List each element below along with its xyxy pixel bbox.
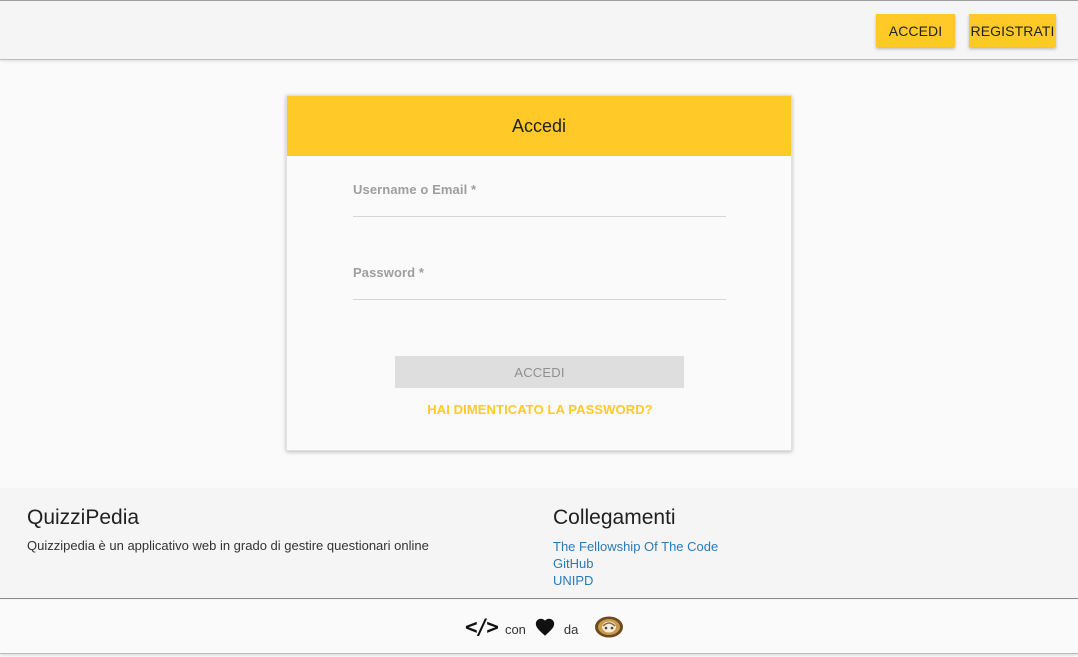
credits-con-text: con: [504, 621, 526, 637]
username-input[interactable]: [353, 197, 726, 215]
top-app-bar: ACCEDI REGISTRATI: [0, 0, 1078, 60]
username-underline: [353, 215, 726, 217]
heart-icon: [535, 618, 555, 636]
footer-link-fellowship[interactable]: The Fellowship Of The Code: [553, 538, 718, 555]
forgot-password-link[interactable]: HAI DIMENTICATO LA PASSWORD?: [287, 402, 793, 417]
footer-link-github[interactable]: GitHub: [553, 555, 718, 572]
password-input[interactable]: [353, 280, 726, 298]
username-label: Username o Email *: [353, 182, 477, 197]
footer-links-title: Collegamenti: [553, 506, 676, 529]
password-field: Password *: [353, 265, 726, 300]
login-card: Accedi Username o Email * Password * ACC…: [286, 95, 792, 451]
footer-about-text: Quizzipedia è un applicativo web in grad…: [27, 538, 429, 553]
footer-about-title: QuizziPedia: [27, 506, 140, 529]
password-underline: [353, 298, 726, 300]
code-icon: </>: [465, 615, 499, 639]
submit-login-button[interactable]: ACCEDI: [395, 356, 684, 388]
footer: QuizziPedia Quizzipedia è un applicativo…: [0, 488, 1078, 599]
credits-da-text: da: [563, 621, 579, 637]
credits: </> con da: [465, 612, 624, 642]
login-button[interactable]: ACCEDI: [876, 14, 955, 47]
team-logo-icon: [595, 616, 624, 638]
login-card-title: Accedi: [287, 96, 791, 156]
footer-links-list: The Fellowship Of The Code GitHub UNIPD: [553, 538, 718, 589]
username-field: Username o Email *: [353, 182, 726, 217]
register-button[interactable]: REGISTRATI: [969, 14, 1056, 47]
footer-link-unipd[interactable]: UNIPD: [553, 572, 718, 589]
password-label: Password *: [353, 265, 425, 280]
credits-bar: </> con da: [0, 600, 1078, 654]
